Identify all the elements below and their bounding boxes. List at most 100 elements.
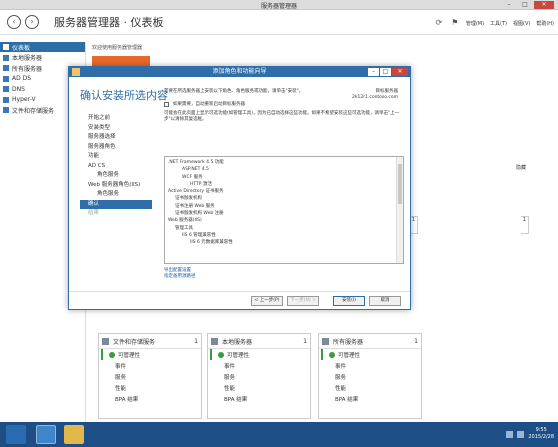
tile-row[interactable]: 性能 — [319, 382, 421, 393]
install-button[interactable]: 安装(I) — [333, 296, 365, 306]
step-server-roles[interactable]: 服务器角色 — [80, 143, 152, 153]
hide-link[interactable]: 隐藏 — [516, 164, 526, 171]
list-item: 证书颁发机构 Web 注册 — [175, 211, 224, 217]
tile-row[interactable]: BPA 结果 — [99, 393, 201, 404]
tile-row[interactable]: 可管理性 — [210, 349, 310, 360]
tile-file-storage[interactable]: 文件和存储服务 1 可管理性 事件 服务 性能 BPA 结果 — [98, 333, 202, 419]
tile-row[interactable]: 服务 — [319, 371, 421, 382]
step-before-you-begin[interactable]: 开始之前 — [80, 114, 152, 124]
server-icon — [3, 54, 9, 61]
menu-manage[interactable]: 管理(M) — [466, 20, 484, 27]
list-item: HTTP 激活 — [190, 181, 212, 187]
file-explorer-icon[interactable] — [64, 425, 84, 444]
close-button[interactable]: ✕ — [534, 1, 554, 9]
refresh-icon[interactable]: ⟳ — [434, 18, 444, 28]
sidebar-item-label: DNS — [12, 85, 25, 93]
tile-row[interactable]: BPA 结果 — [208, 393, 310, 404]
tile-row[interactable]: BPA 结果 — [319, 393, 421, 404]
sidebar-item-dashboard[interactable]: 仪表板 — [0, 42, 85, 52]
minimize-button[interactable]: – — [502, 1, 516, 9]
storage-icon — [3, 107, 9, 113]
auto-restart-label: 如果需要，自动重新启动目标服务器 — [173, 102, 245, 107]
list-item: WCF 服务 — [182, 174, 203, 180]
sidebar-item-label: 仪表板 — [12, 44, 31, 52]
header-bar: ‹ › 服务器管理器 · 仪表板 ⟳ ⚑ 管理(M) 工具(T) 视图(V) 帮… — [0, 10, 558, 35]
step-features[interactable]: 功能 — [80, 152, 152, 162]
wizard-close-button[interactable]: ✕ — [392, 68, 408, 76]
wizard-minimize-button[interactable]: – — [368, 68, 379, 76]
list-scrollbar[interactable] — [396, 157, 403, 263]
tile-title: 所有服务器 — [333, 338, 364, 346]
volume-icon[interactable] — [517, 430, 525, 438]
tile-row[interactable]: 性能 — [208, 382, 310, 393]
tile-count: 1 — [303, 337, 307, 345]
tile-all-servers[interactable]: 所有服务器 1 可管理性 事件 服务 性能 BPA 结果 — [318, 333, 422, 419]
sidebar-item-label: AD DS — [12, 75, 32, 82]
dns-icon — [3, 86, 9, 92]
step-iis-role-services[interactable]: 角色服务 — [80, 190, 152, 200]
step-web-server-role[interactable]: Web 服务器角色(IIS) — [80, 181, 152, 191]
step-ad-cs-role-services[interactable]: 角色服务 — [80, 171, 152, 181]
list-item: ASP.NET 4.5 — [182, 167, 209, 173]
checkbox-box[interactable] — [164, 101, 169, 107]
step-server-selection[interactable]: 服务器选择 — [80, 133, 152, 143]
tile-row[interactable]: 可管理性 — [321, 349, 421, 360]
tile-row[interactable]: 可管理性 — [101, 349, 201, 360]
step-ad-cs[interactable]: AD CS — [80, 162, 152, 172]
scrollbar-thumb[interactable] — [398, 164, 402, 204]
menu-help[interactable]: 帮助(H) — [536, 20, 554, 27]
tile-count: 1 — [414, 337, 418, 345]
next-button: 下一步(N) > — [287, 296, 319, 306]
list-item: IIS 6 管理兼容性 — [182, 232, 216, 238]
hyper-v-icon — [3, 96, 9, 103]
ad-ds-icon — [3, 75, 9, 82]
powershell-icon[interactable] — [36, 425, 56, 444]
cancel-button[interactable]: 取消 — [369, 296, 401, 306]
tile-row[interactable]: 事件 — [319, 360, 421, 371]
menu-view[interactable]: 视图(V) — [513, 20, 530, 27]
step-installation-type[interactable]: 安装类型 — [80, 124, 152, 134]
ok-check-icon — [218, 351, 224, 358]
dashboard-icon — [3, 44, 9, 50]
back-button[interactable]: ‹ — [7, 15, 21, 29]
tile-count: 1 — [194, 337, 198, 345]
wizard-maximize-button[interactable]: □ — [380, 68, 391, 76]
maximize-button[interactable]: □ — [518, 1, 532, 9]
previous-button[interactable]: < 上一步(P) — [251, 296, 283, 306]
start-button[interactable] — [6, 425, 26, 444]
window-controls: – □ ✕ — [502, 1, 554, 9]
tile-row[interactable]: 性能 — [99, 382, 201, 393]
tile-row[interactable]: 服务 — [99, 371, 201, 382]
wizard-heading: 确认安装所选内容 — [80, 89, 168, 102]
page-title: 服务器管理器 · 仪表板 — [54, 16, 164, 29]
sidebar-item-local-server[interactable]: 本地服务器 — [0, 53, 85, 63]
tile-local-server[interactable]: 本地服务器 1 可管理性 事件 服务 性能 BPA 结果 — [207, 333, 311, 419]
list-item: 证书颁发机构 — [175, 196, 202, 202]
add-roles-wizard-dialog: 添加角色和功能向导 – □ ✕ 确认安装所选内容 目标服务器 2k12r1.co… — [68, 66, 411, 310]
forward-button[interactable]: › — [25, 15, 39, 29]
tile-row-label: 可管理性 — [338, 352, 361, 359]
tile-row[interactable]: 事件 — [99, 360, 201, 371]
step-confirmation[interactable]: 确认 — [80, 199, 152, 209]
list-item: Web 服务器(IIS) — [168, 218, 202, 224]
window-titlebar: 服务器管理器 – □ ✕ — [0, 0, 558, 10]
sidebar-item-label: Hyper-V — [12, 96, 36, 103]
tile-row[interactable]: 事件 — [208, 360, 310, 371]
wizard-steps: 开始之前 安装类型 服务器选择 服务器角色 功能 AD CS 角色服务 Web … — [80, 114, 152, 219]
tile-row-label: 可管理性 — [227, 352, 250, 359]
servers-icon — [3, 65, 9, 71]
wizard-title: 添加角色和功能向导 — [212, 68, 267, 75]
ok-check-icon — [329, 351, 335, 358]
selected-features-list[interactable]: .NET Framework 4.5 功能 ASP.NET 4.5 WCF 服务… — [164, 156, 404, 264]
ok-check-icon — [109, 351, 115, 358]
taskbar: 9:55 2015/2/28 — [0, 422, 558, 447]
clock[interactable]: 9:55 2015/2/28 — [528, 427, 554, 441]
wizard-description: 若要在所选服务器上安装以下角色、角色服务或功能，请单击"安装"。 — [164, 89, 304, 94]
notification-flag-icon[interactable]: ⚑ — [450, 18, 460, 28]
auto-restart-checkbox[interactable]: 如果需要，自动重新启动目标服务器 — [164, 101, 404, 107]
menu-tools[interactable]: 工具(T) — [490, 20, 507, 27]
network-icon[interactable] — [506, 430, 514, 438]
alternate-source-link[interactable]: 指定备用源路径 — [164, 274, 196, 280]
tile-row[interactable]: 服务 — [208, 371, 310, 382]
wizard-body: 若要在所选服务器上安装以下角色、角色服务或功能，请单击"安装"。 如果需要，自动… — [164, 88, 404, 123]
